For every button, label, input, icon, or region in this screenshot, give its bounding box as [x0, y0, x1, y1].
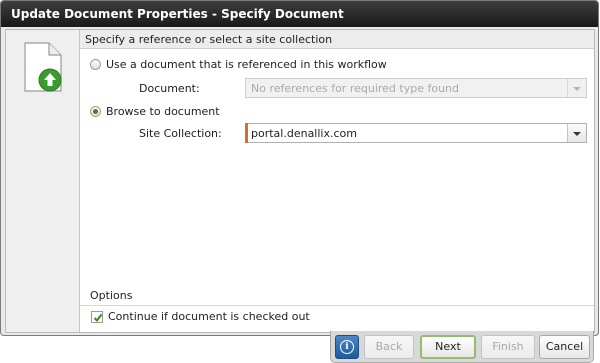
chevron-down-icon[interactable] [567, 124, 586, 142]
info-button[interactable]: i [335, 335, 359, 359]
document-add-icon [24, 42, 62, 92]
continue-if-checked-out-label[interactable]: Continue if document is checked out [108, 310, 310, 323]
title-bar: Update Document Properties - Specify Doc… [1, 1, 598, 27]
continue-if-checked-out-checkbox[interactable] [91, 311, 103, 323]
options-header-text: Options [90, 289, 133, 302]
browse-radio-label[interactable]: Browse to document [106, 105, 220, 118]
left-pane [6, 30, 79, 332]
main-panel: Specify a reference or select a site col… [79, 30, 594, 332]
section-header: Specify a reference or select a site col… [80, 30, 594, 49]
button-bar: i Back Next Finish Cancel [330, 331, 594, 363]
checkmark-icon [93, 313, 103, 323]
dialog-content: Specify a reference or select a site col… [5, 29, 595, 333]
reference-radio[interactable] [90, 59, 101, 70]
reference-radio-label[interactable]: Use a document that is referenced in thi… [106, 58, 387, 71]
info-icon: i [340, 340, 354, 354]
cancel-button[interactable]: Cancel [539, 335, 590, 359]
dialog: Update Document Properties - Specify Doc… [0, 0, 599, 336]
browse-radio[interactable] [90, 106, 101, 117]
next-button[interactable]: Next [420, 335, 476, 359]
document-label: Document: [139, 82, 200, 95]
finish-button[interactable]: Finish [481, 335, 535, 359]
chevron-down-icon[interactable] [567, 79, 586, 97]
dialog-title: Update Document Properties - Specify Doc… [11, 7, 344, 21]
section-header-text: Specify a reference or select a site col… [85, 33, 333, 46]
options-header: Options [80, 285, 594, 306]
site-collection-label: Site Collection: [139, 127, 222, 140]
document-select-value: No references for required type found [251, 82, 460, 95]
site-collection-value: portal.denallix.com [251, 127, 357, 140]
back-button[interactable]: Back [364, 335, 414, 359]
document-select[interactable]: No references for required type found [245, 78, 587, 98]
site-collection-select[interactable]: portal.denallix.com [245, 123, 587, 143]
required-indicator [245, 123, 248, 143]
